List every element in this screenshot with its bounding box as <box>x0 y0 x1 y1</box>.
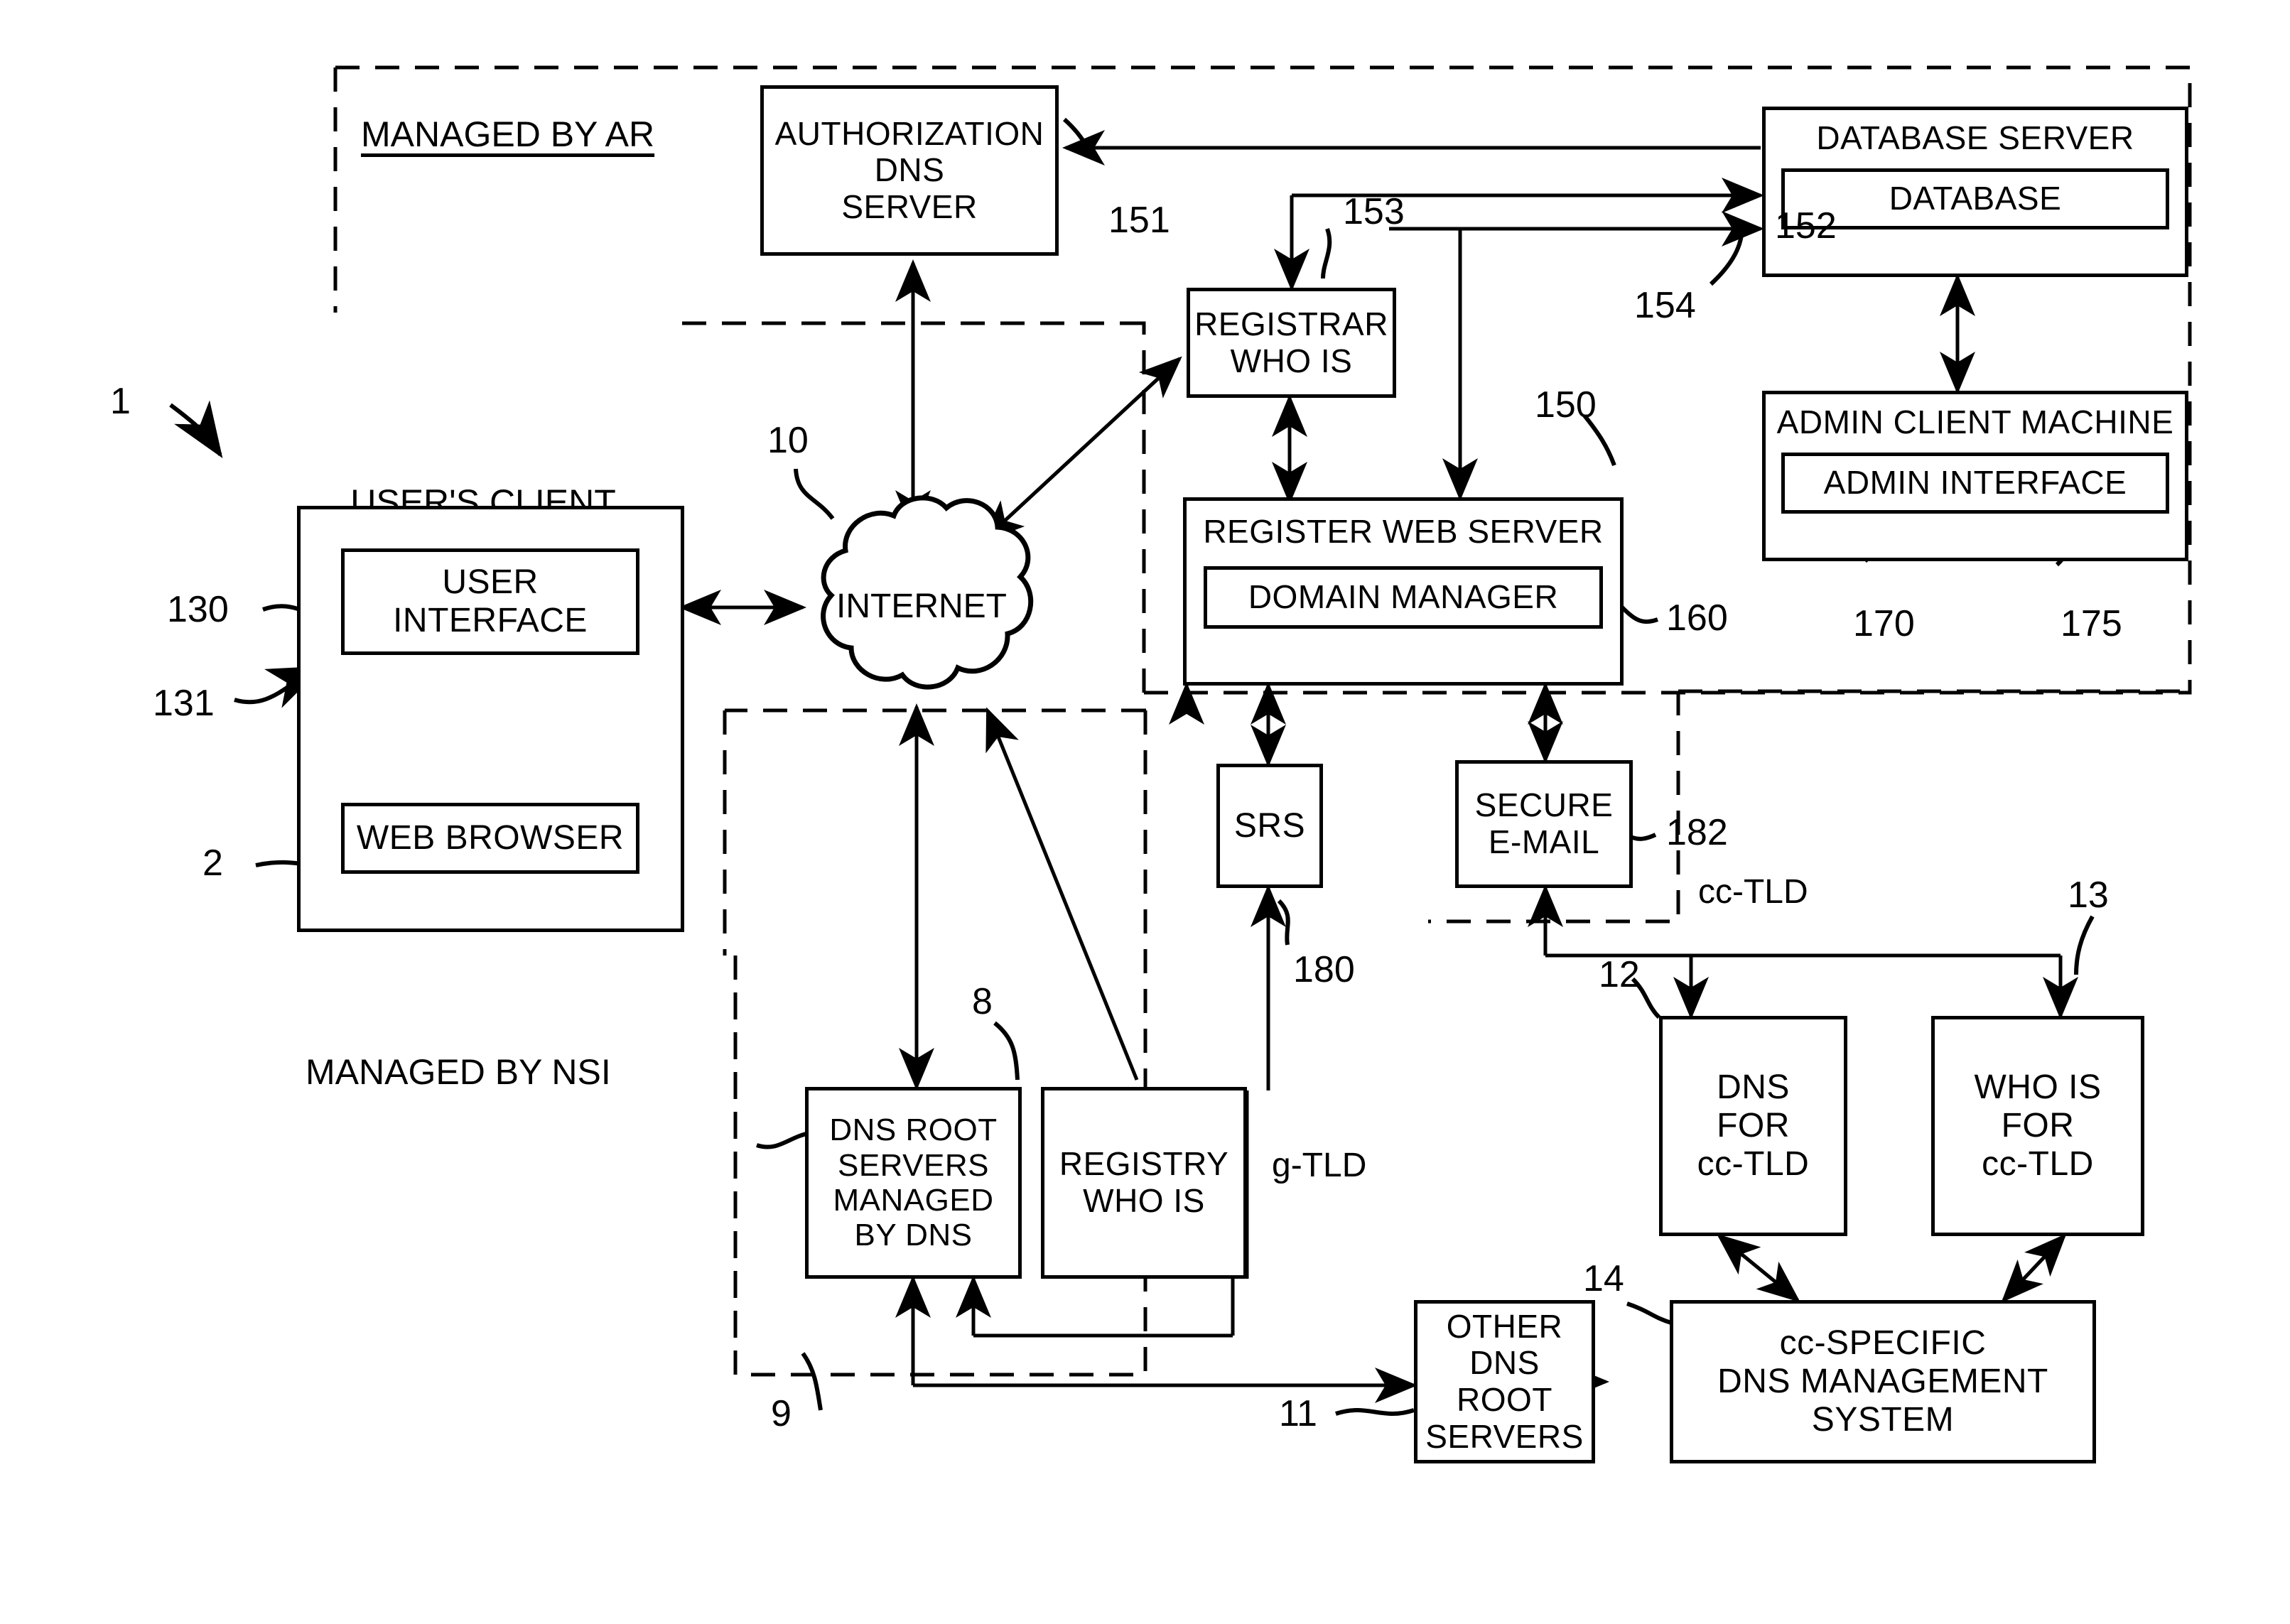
cc-specific-line1: cc-SPECIFIC <box>1779 1324 1987 1363</box>
secure-email-box[interactable]: SECURE E-MAIL <box>1455 760 1633 888</box>
ref-154: 154 <box>1634 285 1696 326</box>
dns-for-cc-tld-line3: cc-TLD <box>1697 1144 1810 1183</box>
dns-root-servers-line3: MANAGED <box>833 1183 994 1218</box>
dns-root-servers-box[interactable]: DNS ROOT SERVERS MANAGED BY DNS <box>805 1087 1022 1279</box>
ref-10: 10 <box>767 420 809 461</box>
ref-9: 9 <box>771 1393 792 1434</box>
registry-who-is-line1: REGISTRY <box>1059 1145 1229 1183</box>
ref-150: 150 <box>1535 384 1597 426</box>
ref-151: 151 <box>1108 200 1170 241</box>
cc-specific-dns-management-system-box[interactable]: cc-SPECIFIC DNS MANAGEMENT SYSTEM <box>1670 1300 2096 1463</box>
ref-14: 14 <box>1583 1258 1624 1299</box>
secure-email-line2: E-MAIL <box>1488 823 1600 860</box>
ref-170: 170 <box>1853 603 1915 644</box>
ref-180: 180 <box>1293 949 1355 990</box>
cc-tld-label: cc-TLD <box>1698 873 1808 911</box>
internet-label: INTERNET <box>836 588 1007 625</box>
ref-2: 2 <box>202 843 223 884</box>
ref-153: 153 <box>1343 191 1405 232</box>
srs-box[interactable]: SRS <box>1216 764 1323 888</box>
dns-root-servers-line2: SERVERS <box>837 1147 989 1183</box>
ref-175: 175 <box>2061 603 2122 644</box>
g-tld-label: g-TLD <box>1272 1147 1367 1184</box>
ref-182: 182 <box>1666 812 1728 853</box>
ref-160: 160 <box>1666 597 1728 639</box>
dns-for-cc-tld-line1: DNS <box>1717 1068 1790 1107</box>
registry-who-is-line2: WHO IS <box>1083 1182 1205 1219</box>
ref-12: 12 <box>1599 954 1640 995</box>
who-is-for-cc-tld-line3: cc-TLD <box>1982 1144 2094 1183</box>
other-dns-root-servers-box[interactable]: OTHER DNS ROOT SERVERS <box>1414 1300 1595 1463</box>
other-dns-root-servers-line3: SERVERS <box>1425 1417 1584 1455</box>
who-is-for-cc-tld-line2: FOR <box>2001 1107 2075 1145</box>
ref-11: 11 <box>1279 1393 1317 1434</box>
who-is-for-cc-tld-box[interactable]: WHO IS FOR cc-TLD <box>1931 1016 2144 1236</box>
dns-for-cc-tld-line2: FOR <box>1717 1107 1790 1145</box>
ref-130: 130 <box>167 589 229 630</box>
secure-email-line1: SECURE <box>1474 786 1614 824</box>
ref-131: 131 <box>153 683 215 724</box>
ref-152: 152 <box>1775 205 1837 247</box>
who-is-for-cc-tld-line1: WHO IS <box>1974 1068 2102 1107</box>
dns-for-cc-tld-box[interactable]: DNS FOR cc-TLD <box>1659 1016 1847 1236</box>
ref-13: 13 <box>2068 875 2109 916</box>
cc-specific-line2: DNS MANAGEMENT <box>1717 1363 2048 1401</box>
cc-specific-line3: SYSTEM <box>1811 1400 1955 1439</box>
other-dns-root-servers-line1: OTHER <box>1446 1307 1563 1345</box>
dns-root-servers-line1: DNS ROOT <box>829 1113 998 1148</box>
ref-8: 8 <box>972 981 993 1022</box>
patent-figure-canvas: MANAGED BY AR MANAGED BY NSI AUTHORIZATI… <box>0 0 2290 1624</box>
other-dns-root-servers-line2: DNS ROOT <box>1457 1344 1552 1418</box>
ref-1: 1 <box>110 381 131 422</box>
srs-label: SRS <box>1233 806 1306 845</box>
registry-who-is-box[interactable]: REGISTRY WHO IS <box>1041 1087 1247 1279</box>
dns-root-servers-line4: BY DNS <box>854 1218 973 1253</box>
